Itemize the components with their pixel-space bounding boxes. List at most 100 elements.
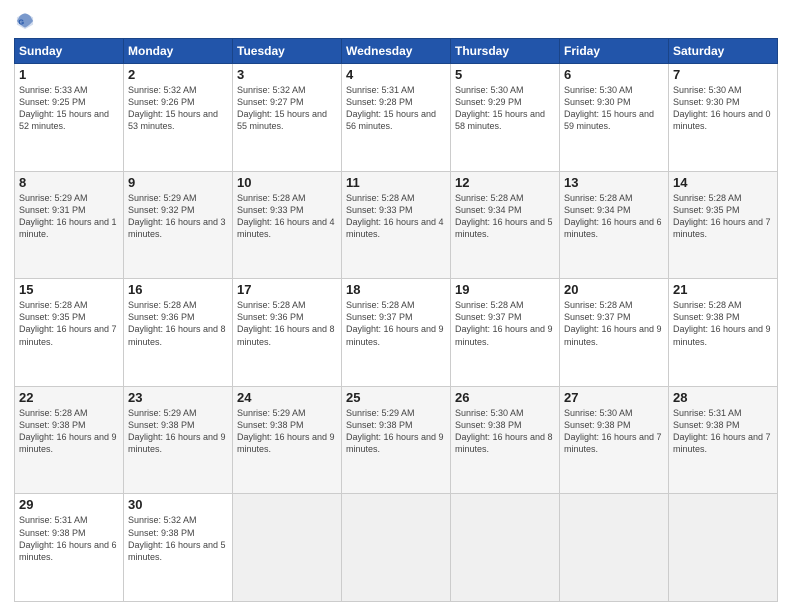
calendar-week-row: 22 Sunrise: 5:28 AMSunset: 9:38 PMDayligh… (15, 386, 778, 494)
day-detail: Sunrise: 5:31 AMSunset: 9:38 PMDaylight:… (673, 408, 771, 454)
day-detail: Sunrise: 5:29 AMSunset: 9:38 PMDaylight:… (128, 408, 226, 454)
day-number: 3 (237, 67, 337, 82)
calendar-week-row: 1 Sunrise: 5:33 AMSunset: 9:25 PMDaylight… (15, 64, 778, 172)
day-number: 28 (673, 390, 773, 405)
day-number: 29 (19, 497, 119, 512)
day-number: 6 (564, 67, 664, 82)
calendar-cell (669, 494, 778, 602)
day-detail: Sunrise: 5:29 AMSunset: 9:31 PMDaylight:… (19, 193, 117, 239)
day-detail: Sunrise: 5:28 AMSunset: 9:35 PMDaylight:… (19, 300, 117, 346)
header-day: Sunday (15, 39, 124, 64)
calendar-cell: 6 Sunrise: 5:30 AMSunset: 9:30 PMDaylight… (560, 64, 669, 172)
day-detail: Sunrise: 5:30 AMSunset: 9:38 PMDaylight:… (564, 408, 662, 454)
calendar-week-row: 15 Sunrise: 5:28 AMSunset: 9:35 PMDayligh… (15, 279, 778, 387)
day-number: 13 (564, 175, 664, 190)
day-number: 27 (564, 390, 664, 405)
day-detail: Sunrise: 5:30 AMSunset: 9:38 PMDaylight:… (455, 408, 553, 454)
calendar-cell: 20 Sunrise: 5:28 AMSunset: 9:37 PMDayligh… (560, 279, 669, 387)
day-detail: Sunrise: 5:28 AMSunset: 9:34 PMDaylight:… (564, 193, 662, 239)
day-detail: Sunrise: 5:28 AMSunset: 9:38 PMDaylight:… (673, 300, 771, 346)
day-number: 20 (564, 282, 664, 297)
calendar-cell: 16 Sunrise: 5:28 AMSunset: 9:36 PMDayligh… (124, 279, 233, 387)
day-detail: Sunrise: 5:28 AMSunset: 9:38 PMDaylight:… (19, 408, 117, 454)
day-detail: Sunrise: 5:33 AMSunset: 9:25 PMDaylight:… (19, 85, 109, 131)
day-detail: Sunrise: 5:30 AMSunset: 9:30 PMDaylight:… (673, 85, 771, 131)
calendar-table: SundayMondayTuesdayWednesdayThursdayFrid… (14, 38, 778, 602)
day-detail: Sunrise: 5:29 AMSunset: 9:32 PMDaylight:… (128, 193, 226, 239)
header: G (14, 10, 778, 32)
calendar-cell: 30 Sunrise: 5:32 AMSunset: 9:38 PMDayligh… (124, 494, 233, 602)
day-number: 14 (673, 175, 773, 190)
calendar-cell (342, 494, 451, 602)
day-number: 12 (455, 175, 555, 190)
calendar-cell: 28 Sunrise: 5:31 AMSunset: 9:38 PMDayligh… (669, 386, 778, 494)
calendar-cell: 5Sunrise: 5:30 AMSunset: 9:29 PMDaylight… (451, 64, 560, 172)
day-detail: Sunrise: 5:30 AMSunset: 9:29 PMDaylight:… (455, 85, 545, 131)
calendar-cell: 15 Sunrise: 5:28 AMSunset: 9:35 PMDayligh… (15, 279, 124, 387)
header-row: SundayMondayTuesdayWednesdayThursdayFrid… (15, 39, 778, 64)
calendar-cell: 7 Sunrise: 5:30 AMSunset: 9:30 PMDaylight… (669, 64, 778, 172)
calendar-cell: 29 Sunrise: 5:31 AMSunset: 9:38 PMDayligh… (15, 494, 124, 602)
day-number: 11 (346, 175, 446, 190)
calendar-cell: 8Sunrise: 5:29 AMSunset: 9:31 PMDaylight… (15, 171, 124, 279)
svg-text:G: G (18, 18, 24, 27)
day-number: 7 (673, 67, 773, 82)
day-number: 9 (128, 175, 228, 190)
day-number: 15 (19, 282, 119, 297)
day-detail: Sunrise: 5:28 AMSunset: 9:35 PMDaylight:… (673, 193, 771, 239)
header-day: Friday (560, 39, 669, 64)
logo-icon: G (14, 10, 36, 32)
calendar-cell: 21 Sunrise: 5:28 AMSunset: 9:38 PMDayligh… (669, 279, 778, 387)
calendar-cell: 18Sunrise: 5:28 AMSunset: 9:37 PMDayligh… (342, 279, 451, 387)
calendar-container: G SundayMondayTuesdayWednesdayThursdayFr… (0, 0, 792, 612)
day-number: 22 (19, 390, 119, 405)
calendar-week-row: 8Sunrise: 5:29 AMSunset: 9:31 PMDaylight… (15, 171, 778, 279)
day-number: 21 (673, 282, 773, 297)
day-number: 30 (128, 497, 228, 512)
day-number: 24 (237, 390, 337, 405)
day-number: 26 (455, 390, 555, 405)
calendar-cell: 4Sunrise: 5:31 AMSunset: 9:28 PMDaylight… (342, 64, 451, 172)
day-number: 19 (455, 282, 555, 297)
calendar-header: SundayMondayTuesdayWednesdayThursdayFrid… (15, 39, 778, 64)
calendar-cell: 25 Sunrise: 5:29 AMSunset: 9:38 PMDayligh… (342, 386, 451, 494)
calendar-cell: 24Sunrise: 5:29 AMSunset: 9:38 PMDayligh… (233, 386, 342, 494)
day-detail: Sunrise: 5:32 AMSunset: 9:26 PMDaylight:… (128, 85, 218, 131)
day-detail: Sunrise: 5:29 AMSunset: 9:38 PMDaylight:… (346, 408, 444, 454)
calendar-cell: 11 Sunrise: 5:28 AMSunset: 9:33 PMDayligh… (342, 171, 451, 279)
day-number: 10 (237, 175, 337, 190)
calendar-cell (233, 494, 342, 602)
calendar-cell: 2 Sunrise: 5:32 AMSunset: 9:26 PMDaylight… (124, 64, 233, 172)
day-detail: Sunrise: 5:28 AMSunset: 9:37 PMDaylight:… (346, 300, 444, 346)
day-detail: Sunrise: 5:31 AMSunset: 9:28 PMDaylight:… (346, 85, 436, 131)
day-number: 16 (128, 282, 228, 297)
day-number: 25 (346, 390, 446, 405)
day-detail: Sunrise: 5:32 AMSunset: 9:38 PMDaylight:… (128, 515, 226, 561)
day-number: 2 (128, 67, 228, 82)
calendar-body: 1 Sunrise: 5:33 AMSunset: 9:25 PMDaylight… (15, 64, 778, 602)
header-day: Monday (124, 39, 233, 64)
day-number: 1 (19, 67, 119, 82)
header-day: Wednesday (342, 39, 451, 64)
day-number: 23 (128, 390, 228, 405)
logo: G (14, 10, 40, 32)
header-day: Saturday (669, 39, 778, 64)
calendar-cell: 14 Sunrise: 5:28 AMSunset: 9:35 PMDayligh… (669, 171, 778, 279)
day-detail: Sunrise: 5:28 AMSunset: 9:36 PMDaylight:… (237, 300, 335, 346)
header-day: Thursday (451, 39, 560, 64)
day-detail: Sunrise: 5:28 AMSunset: 9:33 PMDaylight:… (346, 193, 444, 239)
day-detail: Sunrise: 5:32 AMSunset: 9:27 PMDaylight:… (237, 85, 327, 131)
day-detail: Sunrise: 5:31 AMSunset: 9:38 PMDaylight:… (19, 515, 117, 561)
calendar-cell: 3 Sunrise: 5:32 AMSunset: 9:27 PMDaylight… (233, 64, 342, 172)
day-detail: Sunrise: 5:28 AMSunset: 9:37 PMDaylight:… (455, 300, 553, 346)
calendar-cell: 9 Sunrise: 5:29 AMSunset: 9:32 PMDaylight… (124, 171, 233, 279)
day-number: 17 (237, 282, 337, 297)
calendar-cell: 12Sunrise: 5:28 AMSunset: 9:34 PMDayligh… (451, 171, 560, 279)
day-detail: Sunrise: 5:28 AMSunset: 9:36 PMDaylight:… (128, 300, 226, 346)
calendar-cell: 1 Sunrise: 5:33 AMSunset: 9:25 PMDaylight… (15, 64, 124, 172)
calendar-week-row: 29 Sunrise: 5:31 AMSunset: 9:38 PMDayligh… (15, 494, 778, 602)
calendar-cell: 19 Sunrise: 5:28 AMSunset: 9:37 PMDayligh… (451, 279, 560, 387)
day-detail: Sunrise: 5:30 AMSunset: 9:30 PMDaylight:… (564, 85, 654, 131)
calendar-cell (560, 494, 669, 602)
day-detail: Sunrise: 5:28 AMSunset: 9:37 PMDaylight:… (564, 300, 662, 346)
